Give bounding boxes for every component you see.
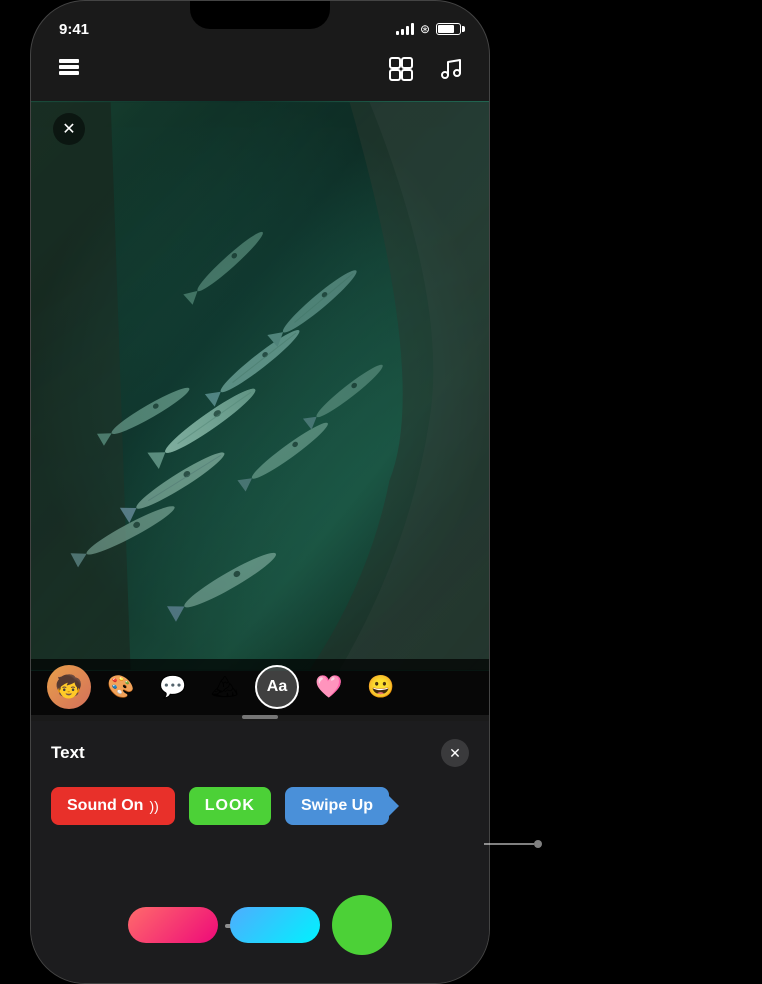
- drag-handle[interactable]: [242, 715, 278, 719]
- close-icon: ✕: [62, 119, 75, 139]
- panel-title: Text: [51, 743, 85, 763]
- color-strip-red[interactable]: [128, 907, 218, 943]
- swipe-up-sticker[interactable]: Swipe Up: [285, 787, 389, 825]
- shapes-button[interactable]: 🏔: [203, 665, 247, 709]
- music-button[interactable]: [433, 51, 469, 87]
- phone-frame: 9:41 ⊛: [30, 0, 490, 984]
- emoji-icon: 😀: [367, 674, 394, 700]
- colors-button[interactable]: 🎨: [99, 665, 143, 709]
- editor-tools-row: 🧒 🎨 💬 🏔 Aa 🩷 😀: [31, 659, 489, 715]
- emoji-button[interactable]: 😀: [359, 665, 403, 709]
- look-label: LOOK: [205, 797, 255, 814]
- panel-close-icon: ✕: [449, 745, 461, 762]
- status-icons: ⊛: [396, 22, 461, 36]
- status-time: 9:41: [59, 21, 89, 38]
- color-strip-row: [31, 887, 489, 963]
- connector-dot: [534, 840, 542, 848]
- connector-line: [484, 843, 534, 845]
- text-panel: Text ✕ Sound On )) LOOK Swipe Up: [31, 721, 489, 983]
- grid-view-button[interactable]: [383, 51, 419, 87]
- sound-on-sticker[interactable]: Sound On )): [51, 787, 175, 825]
- close-image-button[interactable]: ✕: [53, 113, 85, 145]
- sound-waves-icon: )): [149, 798, 158, 814]
- color-strip-green[interactable]: [332, 895, 392, 955]
- stacks-button[interactable]: [51, 51, 87, 87]
- message-icon: 💬: [159, 674, 186, 700]
- signal-icon: [396, 23, 414, 35]
- sound-on-label: Sound On: [67, 797, 143, 815]
- shapes-icon: 🏔: [211, 674, 239, 700]
- look-sticker[interactable]: LOOK: [189, 787, 271, 825]
- sticker-row: Sound On )) LOOK Swipe Up: [31, 777, 489, 839]
- notch: [190, 1, 330, 29]
- avatar-icon: 🧒: [55, 674, 82, 700]
- text-icon: Aa: [267, 678, 287, 696]
- avatar-button[interactable]: 🧒: [47, 665, 91, 709]
- top-toolbar: [31, 51, 489, 87]
- sticker-icon: 🩷: [315, 674, 342, 700]
- panel-close-button[interactable]: ✕: [441, 739, 469, 767]
- text-button[interactable]: Aa: [255, 665, 299, 709]
- toolbar-right: [383, 51, 469, 87]
- sticker-button[interactable]: 🩷: [307, 665, 351, 709]
- fish-scene: [31, 101, 489, 671]
- battery-icon: [436, 23, 461, 35]
- main-image: [31, 101, 489, 671]
- connector-right: [484, 840, 542, 848]
- swipe-up-label: Swipe Up: [301, 797, 373, 815]
- wifi-icon: ⊛: [420, 22, 430, 36]
- message-button[interactable]: 💬: [151, 665, 195, 709]
- color-strip-blue[interactable]: [230, 907, 320, 943]
- colors-icon: 🎨: [107, 674, 134, 700]
- panel-header: Text ✕: [31, 721, 489, 777]
